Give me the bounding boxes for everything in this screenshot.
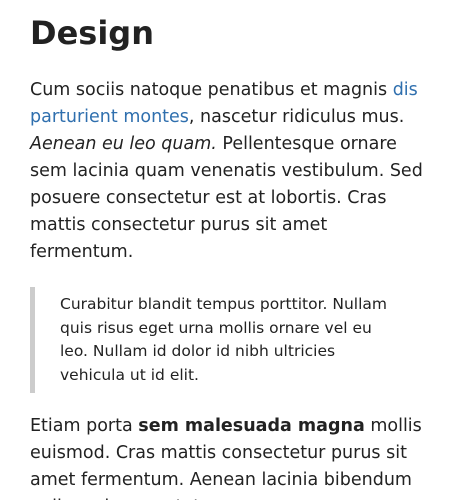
intro-paragraph: Cum sociis natoque penatibus et magnis d… — [30, 77, 425, 266]
paragraph-text: , nascetur ridiculus mus. — [188, 107, 405, 127]
paragraph-text: Cum sociis natoque penatibus et magnis — [30, 80, 393, 100]
body-paragraph: Etiam porta sem malesuada magna mollis e… — [30, 413, 425, 500]
paragraph-text: Etiam porta — [30, 416, 139, 436]
blockquote-text: Curabitur blandit tempus porttitor. Null… — [60, 295, 388, 384]
bold-text: sem malesuada magna — [138, 416, 365, 436]
blockquote: Curabitur blandit tempus porttitor. Null… — [30, 287, 400, 393]
article: Design Cum sociis natoque penatibus et m… — [0, 0, 450, 500]
page-title: Design — [30, 14, 154, 52]
emphasized-text: Aenean eu leo quam. — [30, 134, 217, 154]
